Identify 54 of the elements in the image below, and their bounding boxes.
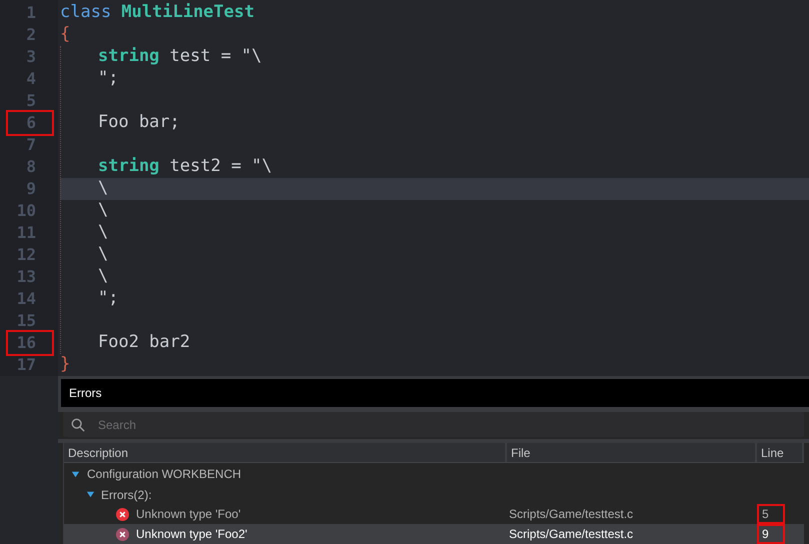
line-number: 9 — [25, 178, 37, 200]
line-number: 16 — [8, 332, 52, 354]
line-number: 15 — [16, 310, 37, 332]
code-text: string test2 = "\ — [98, 155, 272, 178]
search-field[interactable]: Search — [63, 412, 804, 437]
search-input[interactable]: Search — [98, 416, 796, 434]
error-row[interactable]: Unknown type 'Foo' Scripts/Game/testtest.c 5 — [64, 504, 804, 524]
line-number-cell: 9 — [757, 524, 785, 544]
file-path: Scripts/Game/testtest.c — [509, 527, 634, 541]
group-label: Errors(2): — [101, 486, 152, 504]
line-number: 12 — [16, 244, 37, 266]
code-text: string test = "\ — [98, 45, 262, 68]
caret-icon[interactable] — [86, 490, 95, 499]
line-number: 13 — [16, 266, 37, 288]
line-number: 2 — [25, 24, 37, 46]
code-text: Foo bar; — [98, 111, 180, 134]
code-text: \ — [98, 265, 108, 288]
line-number: 5 — [25, 90, 37, 112]
code-text: \ — [98, 221, 108, 244]
line-number: 4 — [25, 68, 37, 90]
code-text: class MultiLineTest — [60, 1, 254, 24]
error-row[interactable]: Unknown type 'Foo2' Scripts/Game/testtest.c 9 — [64, 524, 804, 544]
error-description: Unknown type 'Foo2' — [136, 526, 248, 543]
line-number: 1 — [25, 2, 37, 24]
error-icon — [116, 508, 129, 520]
line-number: 17 — [16, 354, 37, 376]
line-number: 3 — [25, 46, 37, 68]
line-number: 7 — [25, 134, 37, 156]
error-icon — [116, 528, 129, 540]
code-text: "; — [98, 287, 118, 310]
line-number-cell: 5 — [757, 504, 785, 524]
tree-row[interactable]: Errors(2): — [64, 485, 804, 504]
code-text: Foo2 bar2 — [98, 331, 190, 354]
line-number: 6 — [8, 112, 52, 134]
code-text: } — [60, 353, 70, 376]
code-text: \ — [98, 199, 108, 222]
panel-title: Errors — [69, 385, 102, 402]
line-number: 8 — [25, 156, 37, 178]
code-text: "; — [98, 67, 118, 90]
caret-icon[interactable] — [71, 470, 80, 478]
code-text: \ — [98, 177, 108, 200]
error-description: Unknown type 'Foo' — [136, 506, 241, 523]
tree-row[interactable]: Configuration WORKBENCH — [64, 463, 804, 485]
file-path: Scripts/Game/testtest.c — [509, 507, 634, 521]
column-header[interactable]: File — [507, 443, 757, 462]
group-label: Configuration WORKBENCH — [87, 466, 242, 483]
code-text: { — [60, 23, 70, 46]
search-icon — [71, 418, 85, 432]
line-number: 10 — [16, 200, 37, 222]
line-number: 14 — [16, 288, 37, 310]
line-number: 11 — [16, 222, 37, 244]
column-header[interactable]: Line — [757, 443, 804, 462]
column-header[interactable]: Description — [64, 443, 507, 462]
code-text: \ — [98, 243, 108, 266]
